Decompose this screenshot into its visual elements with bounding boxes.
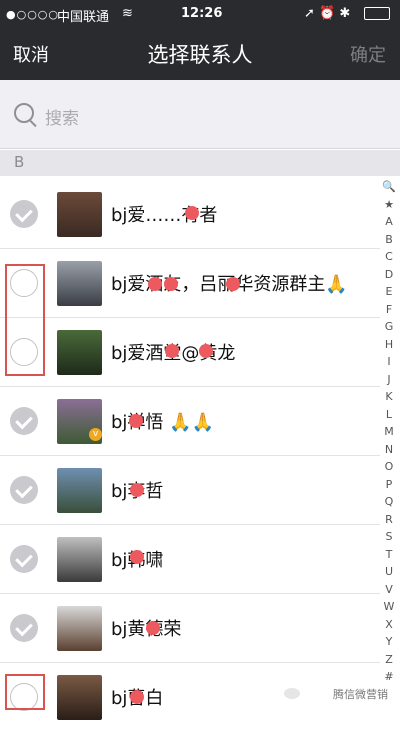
search-icon	[14, 103, 34, 123]
index-letter[interactable]: H	[381, 336, 397, 354]
index-letter[interactable]: J	[381, 371, 397, 389]
contact-row[interactable]: bj爱酒友，吕丽华资源群主🙏	[0, 249, 380, 318]
selected-check-icon[interactable]	[10, 200, 38, 228]
status-icons: ➚ ⏰ ✱	[304, 6, 351, 21]
avatar	[57, 330, 102, 375]
wechat-icon	[284, 688, 300, 699]
index-letter[interactable]: L	[381, 406, 397, 424]
index-letter[interactable]: X	[381, 616, 397, 634]
index-letter[interactable]: I	[381, 353, 397, 371]
selected-check-icon[interactable]	[10, 476, 38, 504]
index-letter[interactable]: U	[381, 563, 397, 581]
contact-row[interactable]: bj爱……有者	[0, 180, 380, 249]
avatar	[57, 261, 102, 306]
watermark: 腾信微营销	[333, 688, 388, 701]
avatar	[57, 537, 102, 582]
selected-check-icon[interactable]	[10, 407, 38, 435]
verified-badge-icon: v	[89, 428, 102, 441]
section-header: B	[0, 150, 400, 176]
index-letter[interactable]: Q	[381, 493, 397, 511]
search-input[interactable]: 搜索	[45, 104, 79, 129]
index-letter[interactable]: G	[381, 318, 397, 336]
alphabet-index[interactable]: 🔍 ★ A B C D E F G H I J K L M N O P Q R S T U V W X Y Z #	[381, 178, 397, 686]
contact-name: bj爱……有者	[111, 205, 218, 226]
redaction-mark	[226, 277, 240, 291]
redaction-mark	[185, 206, 199, 220]
avatar	[57, 468, 102, 513]
contact-row[interactable]: bj韩啸	[0, 525, 380, 594]
index-letter[interactable]: P	[381, 476, 397, 494]
index-letter[interactable]: A	[381, 213, 397, 231]
redaction-mark	[130, 550, 144, 564]
redaction-mark	[129, 414, 143, 428]
nav-bar: 取消 选择联系人 确定	[0, 28, 400, 80]
contact-row[interactable]: bj黄德荣	[0, 594, 380, 663]
index-letter[interactable]: E	[381, 283, 397, 301]
redaction-mark	[199, 344, 213, 358]
page-title: 选择联系人	[147, 43, 253, 67]
redaction-mark	[165, 344, 179, 358]
wifi-icon: ≋	[122, 6, 133, 21]
search-bar[interactable]: 搜索	[0, 80, 400, 149]
contact-row[interactable]: bj爱酒堂@黄龙	[0, 318, 380, 387]
confirm-button[interactable]: 确定	[350, 41, 386, 67]
annotation-box	[5, 264, 45, 376]
contact-name: bj禅悟 🙏🙏	[111, 412, 214, 433]
annotation-box	[5, 674, 45, 710]
battery-icon	[364, 7, 390, 20]
index-letter[interactable]: D	[381, 266, 397, 284]
redaction-mark	[130, 483, 144, 497]
index-letter[interactable]: V	[381, 581, 397, 599]
index-letter[interactable]: O	[381, 458, 397, 476]
index-letter[interactable]: F	[381, 301, 397, 319]
index-letter[interactable]: R	[381, 511, 397, 529]
redaction-mark	[148, 277, 162, 291]
clock: 12:26	[181, 6, 223, 21]
signal-strength: ●○○○○	[6, 8, 59, 21]
contact-row[interactable]: bj曹白	[0, 663, 380, 731]
avatar	[57, 192, 102, 237]
index-letter[interactable]: T	[381, 546, 397, 564]
carrier-label: 中国联通	[57, 10, 110, 25]
index-letter[interactable]: C	[381, 248, 397, 266]
section-letter: B	[14, 153, 25, 171]
status-bar: ●○○○○ 中国联通 ≋ 12:26 ➚ ⏰ ✱	[0, 0, 400, 28]
index-letter[interactable]: ★	[381, 196, 397, 214]
contact-row[interactable]: v bj禅悟 🙏🙏	[0, 387, 380, 456]
index-letter[interactable]: N	[381, 441, 397, 459]
index-letter[interactable]: Y	[381, 633, 397, 651]
selected-check-icon[interactable]	[10, 545, 38, 573]
redaction-mark	[130, 690, 144, 704]
avatar	[57, 675, 102, 720]
avatar	[57, 606, 102, 651]
redaction-mark	[164, 277, 178, 291]
index-letter[interactable]: B	[381, 231, 397, 249]
selected-check-icon[interactable]	[10, 614, 38, 642]
index-letter[interactable]: K	[381, 388, 397, 406]
index-letter[interactable]: 🔍	[381, 178, 397, 196]
contact-row[interactable]: bj李哲	[0, 456, 380, 525]
index-letter[interactable]: #	[381, 668, 397, 686]
index-letter[interactable]: S	[381, 528, 397, 546]
index-letter[interactable]: Z	[381, 651, 397, 669]
redaction-mark	[146, 621, 160, 635]
index-letter[interactable]: M	[381, 423, 397, 441]
index-letter[interactable]: W	[381, 598, 397, 616]
